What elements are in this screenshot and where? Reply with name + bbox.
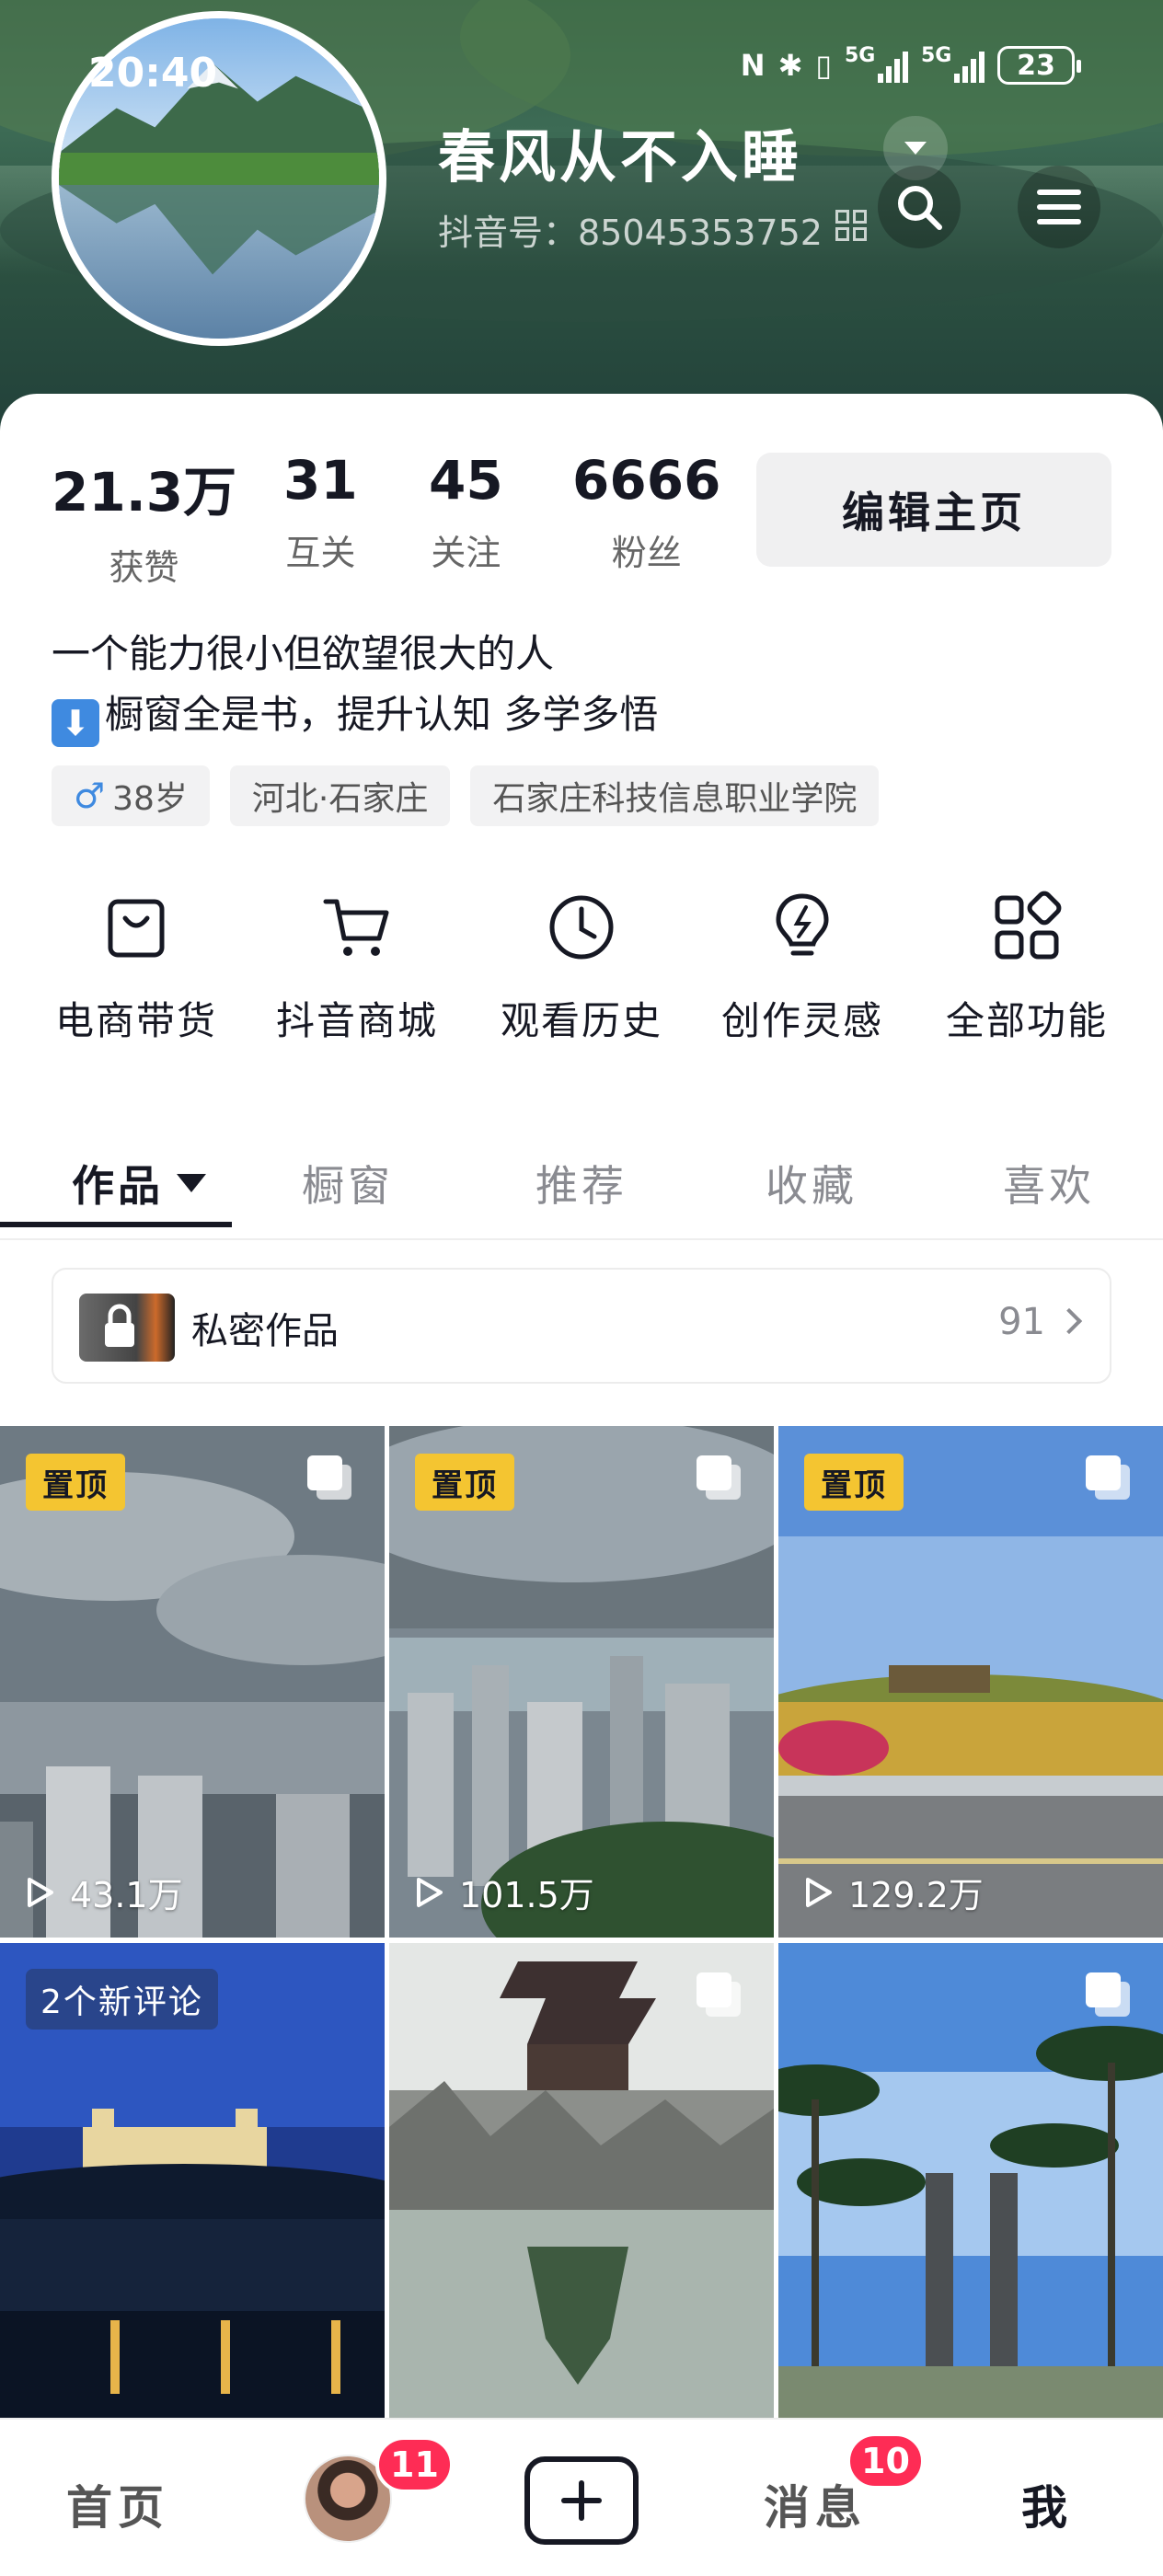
menu-button[interactable] xyxy=(1018,166,1100,248)
bio-line: 一个能力很小但欲望很大的人 xyxy=(52,631,555,676)
tag-school[interactable]: 石家庄科技信息职业学院 xyxy=(470,765,880,826)
video-thumbnail[interactable]: 2个新评论 xyxy=(0,1943,385,2455)
profile-screen: 20:40 N ✱ ▯ 5G 5G 23 春风从不入睡 抖音号：85045353… xyxy=(0,0,1163,2576)
video-thumbnail[interactable] xyxy=(778,1943,1163,2455)
new-comments-badge: 2个新评论 xyxy=(26,1969,218,2030)
vibrate-icon: ▯ xyxy=(815,48,832,83)
multi-image-icon xyxy=(1086,1455,1132,1501)
multi-image-icon xyxy=(1086,1972,1132,2018)
chevron-right-icon xyxy=(1055,1307,1083,1335)
edit-profile-button[interactable]: 编辑主页 xyxy=(756,453,1111,567)
qr-code-icon[interactable] xyxy=(835,210,867,241)
bottom-navigation: 首页 11 消息 10 我 xyxy=(0,2418,1163,2576)
video-thumbnail[interactable]: 置顶 43.1万 xyxy=(0,1426,385,1938)
status-time: 20:40 xyxy=(88,50,218,97)
male-icon: ♂ xyxy=(74,776,106,816)
play-count: 101.5万 xyxy=(409,1867,594,1917)
plus-icon xyxy=(561,2480,602,2521)
multi-image-icon xyxy=(307,1455,353,1501)
hamburger-icon xyxy=(1037,190,1081,224)
play-icon xyxy=(28,1877,53,1907)
lightbulb-icon xyxy=(776,893,829,956)
stat-likes[interactable]: 21.3万 获赞 xyxy=(52,449,236,590)
signal-icon: 5G xyxy=(921,44,985,83)
search-icon xyxy=(898,186,942,230)
tab-favorites[interactable]: 收藏 xyxy=(766,1130,858,1236)
tag-location[interactable]: 河北·石家庄 xyxy=(229,765,451,826)
func-history[interactable]: 观看历史 xyxy=(471,891,692,1046)
tab-recommend[interactable]: 推荐 xyxy=(535,1130,628,1236)
private-works-count: 91 xyxy=(998,1301,1045,1343)
nfc-icon: N xyxy=(740,48,766,83)
profile-nickname: 春风从不入睡 xyxy=(438,123,803,190)
play-icon xyxy=(417,1877,443,1907)
stat-followers[interactable]: 6666 粉丝 xyxy=(572,449,720,575)
play-icon xyxy=(806,1877,832,1907)
clock-icon xyxy=(549,895,614,960)
cart-icon xyxy=(323,899,389,956)
signal-icon: 5G xyxy=(845,44,908,83)
search-button[interactable] xyxy=(878,166,961,248)
video-thumbnail[interactable] xyxy=(389,1943,774,2455)
pinned-badge: 置顶 xyxy=(26,1454,125,1511)
video-thumbnail[interactable]: 置顶 129.2万 xyxy=(778,1426,1163,1938)
multi-image-icon xyxy=(697,1455,743,1501)
chevron-down-icon xyxy=(904,142,927,155)
messages-badge: 10 xyxy=(846,2432,925,2490)
tag-gender-age[interactable]: ♂ 38岁 xyxy=(52,765,210,826)
nav-home[interactable]: 首页 xyxy=(66,2471,169,2537)
pinned-badge: 置顶 xyxy=(804,1454,904,1511)
stat-mutual[interactable]: 31 互关 xyxy=(283,449,358,575)
douyin-id[interactable]: 抖音号：85045353752 xyxy=(438,204,823,255)
nav-messages[interactable]: 消息 xyxy=(764,2471,867,2537)
tab-likes[interactable]: 喜欢 xyxy=(1003,1130,1095,1236)
bluetooth-icon: ✱ xyxy=(777,48,803,83)
multi-image-icon xyxy=(697,1972,743,2018)
shopping-bag-icon xyxy=(108,899,165,958)
play-count: 43.1万 xyxy=(20,1867,183,1917)
pinned-badge: 置顶 xyxy=(415,1454,514,1511)
play-count: 129.2万 xyxy=(799,1867,984,1917)
down-arrow-emoji-icon: ⬇ xyxy=(52,699,99,747)
stat-following[interactable]: 45 关注 xyxy=(429,449,503,575)
caret-down-icon xyxy=(177,1174,206,1192)
lock-icon xyxy=(105,1304,134,1347)
tab-works[interactable]: 作品 xyxy=(72,1130,206,1236)
nav-me[interactable]: 我 xyxy=(1021,2471,1073,2537)
func-inspiration[interactable]: 创作灵感 xyxy=(692,891,913,1046)
active-tab-indicator xyxy=(0,1222,232,1227)
status-bar: 20:40 N ✱ ▯ 5G 5G 23 xyxy=(0,44,1163,101)
video-thumbnail[interactable]: 置顶 101.5万 xyxy=(389,1426,774,1938)
bio-line: ⬇ 橱窗全是书，提升认知 多学多悟 xyxy=(52,684,658,747)
func-ecommerce[interactable]: 电商带货 xyxy=(26,891,247,1046)
profile-bio: 一个能力很小但欲望很大的人 ⬇ 橱窗全是书，提升认知 多学多悟 xyxy=(52,624,658,747)
func-mall[interactable]: 抖音商城 xyxy=(247,891,467,1046)
grid-icon xyxy=(995,891,1062,960)
func-all-features[interactable]: 全部功能 xyxy=(916,891,1137,1046)
function-shortcuts: 电商带货 抖音商城 观看历史 创作灵感 全部功能 xyxy=(0,891,1163,1047)
private-works-title: 私密作品 xyxy=(191,1310,339,1352)
private-works-row[interactable]: 私密作品 91 xyxy=(52,1268,1111,1384)
create-button[interactable] xyxy=(524,2456,639,2545)
battery-icon: 23 xyxy=(997,46,1081,85)
stats-row: 21.3万 获赞 31 互关 45 关注 6666 粉丝 xyxy=(0,449,736,588)
profile-tags: ♂ 38岁 河北·石家庄 石家庄科技信息职业学院 xyxy=(52,765,880,826)
tab-showcase[interactable]: 橱窗 xyxy=(302,1130,394,1236)
friends-badge: 11 xyxy=(375,2436,454,2493)
